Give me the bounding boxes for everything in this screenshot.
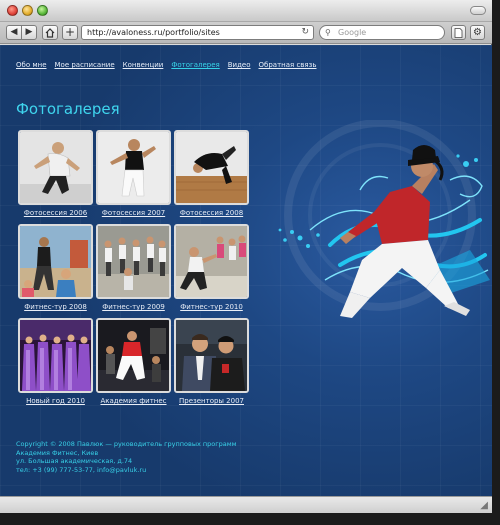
- photo-gallery: Фотосессия 2006 Фотосессия 2007 Фотосесс…: [18, 130, 254, 405]
- gallery-item: Фитнес-тур 2008: [18, 224, 93, 311]
- gallery-item: Академия фитнес: [96, 318, 171, 405]
- close-window-button[interactable]: [7, 5, 18, 16]
- address-bar[interactable]: http://avaloness.ru/portfolio/sites ↻: [81, 25, 314, 40]
- footer-address: ул. Большая академическая, д.74: [16, 457, 133, 465]
- settings-button[interactable]: ⚙: [470, 25, 485, 40]
- gallery-thumbnail[interactable]: [18, 318, 93, 393]
- nav-item-feedback[interactable]: Обратная связь: [259, 61, 317, 69]
- web-page: Обо мне Мое расписание Конвенции Фотогал…: [0, 45, 492, 496]
- main-navigation: Обо мне Мое расписание Конвенции Фотогал…: [16, 61, 317, 69]
- gallery-thumbnail[interactable]: [18, 224, 93, 299]
- nav-item-conventions[interactable]: Конвенции: [123, 61, 164, 69]
- gallery-item: Фотосессия 2006: [18, 130, 93, 217]
- gallery-thumbnail[interactable]: [96, 318, 171, 393]
- footer-contacts: тел: +3 (99) 777-53-77, info@pavluk.ru: [16, 465, 147, 474]
- gallery-caption[interactable]: Академия фитнес: [96, 397, 171, 405]
- page-menu-button[interactable]: [451, 25, 466, 40]
- home-button[interactable]: [42, 25, 58, 40]
- zoom-window-button[interactable]: [37, 5, 48, 16]
- gallery-thumbnail[interactable]: [174, 224, 249, 299]
- gallery-caption[interactable]: Фотосессия 2006: [18, 209, 93, 217]
- gallery-caption[interactable]: Фитнес-тур 2010: [174, 303, 249, 311]
- gallery-caption[interactable]: Новый год 2010: [18, 397, 93, 405]
- gallery-thumbnail[interactable]: [174, 130, 249, 205]
- gallery-caption[interactable]: Презенторы 2007: [174, 397, 249, 405]
- minimize-window-button[interactable]: [22, 5, 33, 16]
- home-icon: [45, 28, 55, 38]
- gallery-item: Новый год 2010: [18, 318, 93, 405]
- title-bar: [0, 0, 492, 22]
- gallery-thumbnail[interactable]: [18, 130, 93, 205]
- search-placeholder: Google: [338, 28, 367, 37]
- gallery-item: Фотосессия 2008: [174, 130, 249, 217]
- resize-grip-icon[interactable]: ◢: [480, 500, 488, 511]
- toolbar-toggle-button[interactable]: [470, 6, 486, 15]
- gallery-caption[interactable]: Фитнес-тур 2008: [18, 303, 93, 311]
- browser-window: ◀ ▶ + http://avaloness.ru/portfolio/site…: [0, 0, 492, 513]
- page-title: Фотогалерея: [16, 100, 120, 118]
- gallery-thumbnail[interactable]: [96, 130, 171, 205]
- status-bar: ◢: [0, 496, 492, 513]
- nav-item-video[interactable]: Видео: [228, 61, 251, 69]
- gear-icon: ⚙: [473, 27, 482, 38]
- browser-toolbar: ◀ ▶ + http://avaloness.ru/portfolio/site…: [0, 22, 492, 44]
- gallery-item: Фитнес-тур 2009: [96, 224, 171, 311]
- nav-item-gallery[interactable]: Фотогалерея: [171, 61, 219, 69]
- add-bookmark-button[interactable]: +: [62, 25, 78, 40]
- forward-button[interactable]: ▶: [21, 25, 37, 40]
- page-icon: [454, 28, 463, 38]
- hero-dancer-image: [278, 120, 490, 318]
- search-input[interactable]: ⚲ Google: [319, 25, 445, 40]
- reload-icon[interactable]: ↻: [301, 26, 309, 39]
- nav-item-about[interactable]: Обо мне: [16, 61, 47, 69]
- gallery-item: Фотосессия 2007: [96, 130, 171, 217]
- address-bar-text: http://avaloness.ru/portfolio/sites: [87, 28, 220, 37]
- gallery-caption[interactable]: Фотосессия 2008: [174, 209, 249, 217]
- footer-copyright: Copyright © 2008 Павлюк — руководитель г…: [16, 440, 237, 448]
- gallery-caption[interactable]: Фитнес-тур 2009: [96, 303, 171, 311]
- footer-organization: Академия Фитнес, Киев: [16, 448, 99, 457]
- back-button[interactable]: ◀: [6, 25, 22, 40]
- gallery-item: Фитнес-тур 2010: [174, 224, 249, 311]
- gallery-caption[interactable]: Фотосессия 2007: [96, 209, 171, 217]
- search-icon: ⚲: [325, 28, 331, 37]
- gallery-thumbnail[interactable]: [96, 224, 171, 299]
- gallery-item: Презенторы 2007: [174, 318, 249, 405]
- gallery-thumbnail[interactable]: [174, 318, 249, 393]
- nav-item-schedule[interactable]: Мое расписание: [55, 61, 115, 69]
- site-footer: Copyright © 2008 Павлюк — руководитель г…: [16, 440, 237, 474]
